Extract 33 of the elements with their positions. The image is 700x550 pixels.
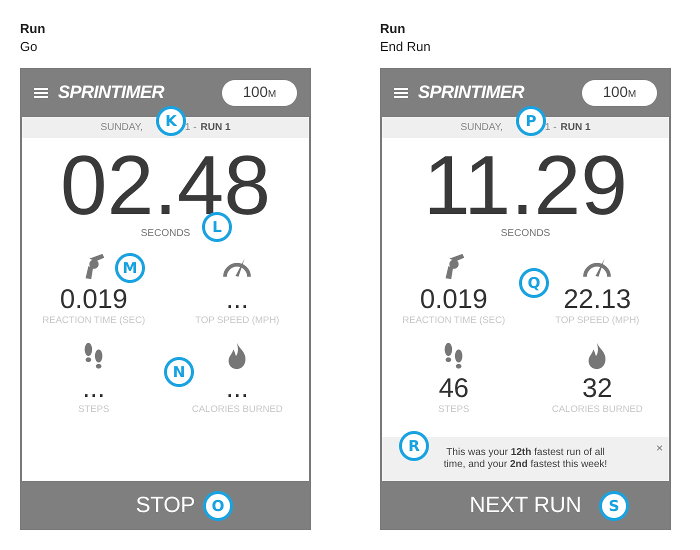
app-logo: SPRINTIMER [58,82,164,103]
stat-value: ... [82,372,105,404]
elapsed-time: 11.29 [424,144,628,226]
date-text: SUNDAY, [100,122,143,133]
stat-value: ... [226,283,248,315]
distance-button[interactable]: 100M [222,80,297,106]
screen-subtitle: End Run [380,38,432,56]
time-unit-label: SECONDS [140,228,190,239]
callout-marker: R [399,431,429,461]
date-text: SUNDAY, [460,122,503,133]
stat-value: 22.13 [563,283,632,315]
screen-title: Run [20,20,46,38]
date-text: 1 - [544,122,557,133]
callout-marker: N [164,357,194,387]
notification-text: This was your 12th fastest run of all time, and your 2nd fastest this week! [442,447,608,471]
run-number: RUN 1 [200,122,231,133]
callout-marker: M [115,253,145,283]
run-number: RUN 1 [560,122,591,133]
stat-value: 46 [438,372,469,404]
time-unit-label: SECONDS [500,228,550,239]
stat-value: 0.019 [420,283,488,315]
screen-title: Run [380,20,406,38]
menu-icon[interactable] [34,86,48,98]
screen-subtitle: Go [20,38,38,56]
menu-icon[interactable] [394,86,408,98]
stat-value: ... [226,372,248,404]
distance-button[interactable]: 100M [582,80,657,106]
app-logo: SPRINTIMER [418,82,524,103]
callout-marker: Q [519,268,549,298]
stat-value: 32 [582,372,612,404]
date-text: 1 - [184,122,197,133]
close-button[interactable]: × [656,441,663,455]
stat-value: 0.019 [60,283,128,315]
